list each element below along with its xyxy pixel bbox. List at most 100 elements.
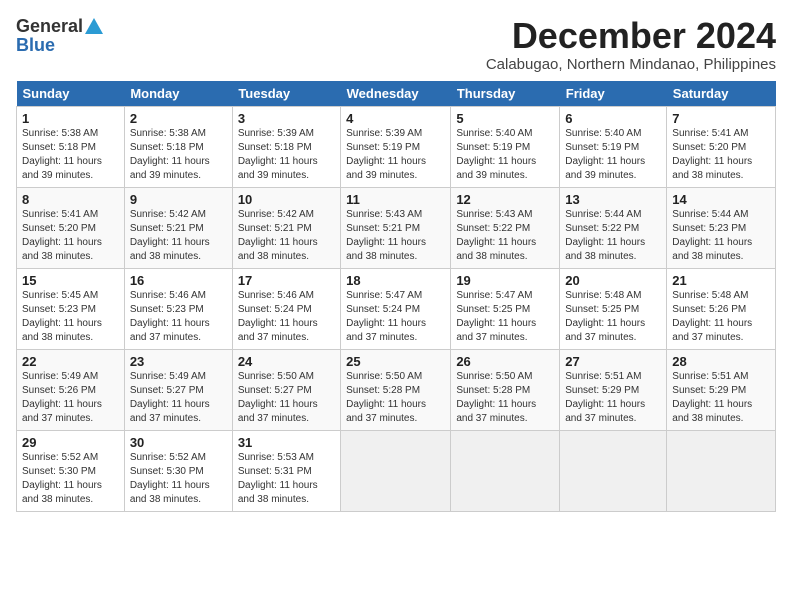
day-detail: Sunrise: 5:38 AM Sunset: 5:18 PM Dayligh… <box>22 127 119 183</box>
day-number: 22 <box>22 354 119 369</box>
table-cell: 5 Sunrise: 5:40 AM Sunset: 5:19 PM Dayli… <box>451 106 560 187</box>
table-cell: 21 Sunrise: 5:48 AM Sunset: 5:26 PM Dayl… <box>667 268 776 349</box>
day-number: 25 <box>346 354 445 369</box>
table-cell: 15 Sunrise: 5:45 AM Sunset: 5:23 PM Dayl… <box>17 268 125 349</box>
day-number: 4 <box>346 111 445 126</box>
logo-general: General <box>16 16 83 37</box>
day-detail: Sunrise: 5:50 AM Sunset: 5:27 PM Dayligh… <box>238 370 335 426</box>
table-cell: 7 Sunrise: 5:41 AM Sunset: 5:20 PM Dayli… <box>667 106 776 187</box>
table-cell: 10 Sunrise: 5:42 AM Sunset: 5:21 PM Dayl… <box>232 187 340 268</box>
table-cell: 13 Sunrise: 5:44 AM Sunset: 5:22 PM Dayl… <box>560 187 667 268</box>
day-detail: Sunrise: 5:40 AM Sunset: 5:19 PM Dayligh… <box>565 127 661 183</box>
table-cell: 25 Sunrise: 5:50 AM Sunset: 5:28 PM Dayl… <box>341 349 451 430</box>
day-number: 19 <box>456 273 554 288</box>
day-detail: Sunrise: 5:51 AM Sunset: 5:29 PM Dayligh… <box>565 370 661 426</box>
col-friday: Friday <box>560 81 667 107</box>
week-row-4: 22 Sunrise: 5:49 AM Sunset: 5:26 PM Dayl… <box>17 349 776 430</box>
table-cell <box>451 430 560 511</box>
week-row-5: 29 Sunrise: 5:52 AM Sunset: 5:30 PM Dayl… <box>17 430 776 511</box>
table-cell: 28 Sunrise: 5:51 AM Sunset: 5:29 PM Dayl… <box>667 349 776 430</box>
week-row-2: 8 Sunrise: 5:41 AM Sunset: 5:20 PM Dayli… <box>17 187 776 268</box>
table-cell: 27 Sunrise: 5:51 AM Sunset: 5:29 PM Dayl… <box>560 349 667 430</box>
day-number: 1 <box>22 111 119 126</box>
week-row-1: 1 Sunrise: 5:38 AM Sunset: 5:18 PM Dayli… <box>17 106 776 187</box>
day-number: 30 <box>130 435 227 450</box>
table-cell: 1 Sunrise: 5:38 AM Sunset: 5:18 PM Dayli… <box>17 106 125 187</box>
table-cell: 23 Sunrise: 5:49 AM Sunset: 5:27 PM Dayl… <box>124 349 232 430</box>
day-detail: Sunrise: 5:45 AM Sunset: 5:23 PM Dayligh… <box>22 289 119 345</box>
calendar-table: Sunday Monday Tuesday Wednesday Thursday… <box>16 81 776 512</box>
header: General Blue December 2024 Calabugao, No… <box>16 16 776 73</box>
table-cell: 31 Sunrise: 5:53 AM Sunset: 5:31 PM Dayl… <box>232 430 340 511</box>
table-cell: 3 Sunrise: 5:39 AM Sunset: 5:18 PM Dayli… <box>232 106 340 187</box>
day-detail: Sunrise: 5:53 AM Sunset: 5:31 PM Dayligh… <box>238 451 335 507</box>
day-number: 17 <box>238 273 335 288</box>
day-detail: Sunrise: 5:49 AM Sunset: 5:26 PM Dayligh… <box>22 370 119 426</box>
day-detail: Sunrise: 5:39 AM Sunset: 5:18 PM Dayligh… <box>238 127 335 183</box>
day-detail: Sunrise: 5:40 AM Sunset: 5:19 PM Dayligh… <box>456 127 554 183</box>
col-tuesday: Tuesday <box>232 81 340 107</box>
table-cell: 29 Sunrise: 5:52 AM Sunset: 5:30 PM Dayl… <box>17 430 125 511</box>
table-cell: 2 Sunrise: 5:38 AM Sunset: 5:18 PM Dayli… <box>124 106 232 187</box>
day-number: 29 <box>22 435 119 450</box>
day-detail: Sunrise: 5:48 AM Sunset: 5:25 PM Dayligh… <box>565 289 661 345</box>
day-detail: Sunrise: 5:50 AM Sunset: 5:28 PM Dayligh… <box>456 370 554 426</box>
month-title: December 2024 <box>486 16 776 56</box>
day-detail: Sunrise: 5:42 AM Sunset: 5:21 PM Dayligh… <box>130 208 227 264</box>
col-wednesday: Wednesday <box>341 81 451 107</box>
logo-blue: Blue <box>16 35 55 56</box>
day-number: 6 <box>565 111 661 126</box>
day-detail: Sunrise: 5:52 AM Sunset: 5:30 PM Dayligh… <box>22 451 119 507</box>
day-number: 18 <box>346 273 445 288</box>
day-number: 21 <box>672 273 770 288</box>
day-number: 13 <box>565 192 661 207</box>
day-detail: Sunrise: 5:44 AM Sunset: 5:22 PM Dayligh… <box>565 208 661 264</box>
col-sunday: Sunday <box>17 81 125 107</box>
day-detail: Sunrise: 5:38 AM Sunset: 5:18 PM Dayligh… <box>130 127 227 183</box>
day-detail: Sunrise: 5:41 AM Sunset: 5:20 PM Dayligh… <box>22 208 119 264</box>
day-detail: Sunrise: 5:52 AM Sunset: 5:30 PM Dayligh… <box>130 451 227 507</box>
day-number: 24 <box>238 354 335 369</box>
day-number: 2 <box>130 111 227 126</box>
table-cell: 16 Sunrise: 5:46 AM Sunset: 5:23 PM Dayl… <box>124 268 232 349</box>
day-number: 3 <box>238 111 335 126</box>
col-thursday: Thursday <box>451 81 560 107</box>
table-cell: 9 Sunrise: 5:42 AM Sunset: 5:21 PM Dayli… <box>124 187 232 268</box>
table-cell: 24 Sunrise: 5:50 AM Sunset: 5:27 PM Dayl… <box>232 349 340 430</box>
table-cell: 8 Sunrise: 5:41 AM Sunset: 5:20 PM Dayli… <box>17 187 125 268</box>
day-number: 5 <box>456 111 554 126</box>
day-number: 16 <box>130 273 227 288</box>
day-detail: Sunrise: 5:43 AM Sunset: 5:21 PM Dayligh… <box>346 208 445 264</box>
logo-icon <box>85 18 103 36</box>
day-detail: Sunrise: 5:43 AM Sunset: 5:22 PM Dayligh… <box>456 208 554 264</box>
day-detail: Sunrise: 5:39 AM Sunset: 5:19 PM Dayligh… <box>346 127 445 183</box>
table-cell: 12 Sunrise: 5:43 AM Sunset: 5:22 PM Dayl… <box>451 187 560 268</box>
table-cell: 30 Sunrise: 5:52 AM Sunset: 5:30 PM Dayl… <box>124 430 232 511</box>
day-detail: Sunrise: 5:50 AM Sunset: 5:28 PM Dayligh… <box>346 370 445 426</box>
day-number: 14 <box>672 192 770 207</box>
day-detail: Sunrise: 5:49 AM Sunset: 5:27 PM Dayligh… <box>130 370 227 426</box>
day-detail: Sunrise: 5:47 AM Sunset: 5:24 PM Dayligh… <box>346 289 445 345</box>
day-detail: Sunrise: 5:46 AM Sunset: 5:23 PM Dayligh… <box>130 289 227 345</box>
calendar-body: 1 Sunrise: 5:38 AM Sunset: 5:18 PM Dayli… <box>17 106 776 511</box>
day-number: 9 <box>130 192 227 207</box>
day-number: 31 <box>238 435 335 450</box>
day-number: 8 <box>22 192 119 207</box>
day-detail: Sunrise: 5:51 AM Sunset: 5:29 PM Dayligh… <box>672 370 770 426</box>
logo: General Blue <box>16 16 103 56</box>
day-number: 12 <box>456 192 554 207</box>
table-cell: 11 Sunrise: 5:43 AM Sunset: 5:21 PM Dayl… <box>341 187 451 268</box>
table-cell: 17 Sunrise: 5:46 AM Sunset: 5:24 PM Dayl… <box>232 268 340 349</box>
table-cell <box>341 430 451 511</box>
table-cell: 4 Sunrise: 5:39 AM Sunset: 5:19 PM Dayli… <box>341 106 451 187</box>
table-cell: 18 Sunrise: 5:47 AM Sunset: 5:24 PM Dayl… <box>341 268 451 349</box>
header-row: Sunday Monday Tuesday Wednesday Thursday… <box>17 81 776 107</box>
day-number: 20 <box>565 273 661 288</box>
day-detail: Sunrise: 5:42 AM Sunset: 5:21 PM Dayligh… <box>238 208 335 264</box>
day-number: 11 <box>346 192 445 207</box>
day-number: 26 <box>456 354 554 369</box>
table-cell: 22 Sunrise: 5:49 AM Sunset: 5:26 PM Dayl… <box>17 349 125 430</box>
day-number: 10 <box>238 192 335 207</box>
col-saturday: Saturday <box>667 81 776 107</box>
day-detail: Sunrise: 5:47 AM Sunset: 5:25 PM Dayligh… <box>456 289 554 345</box>
